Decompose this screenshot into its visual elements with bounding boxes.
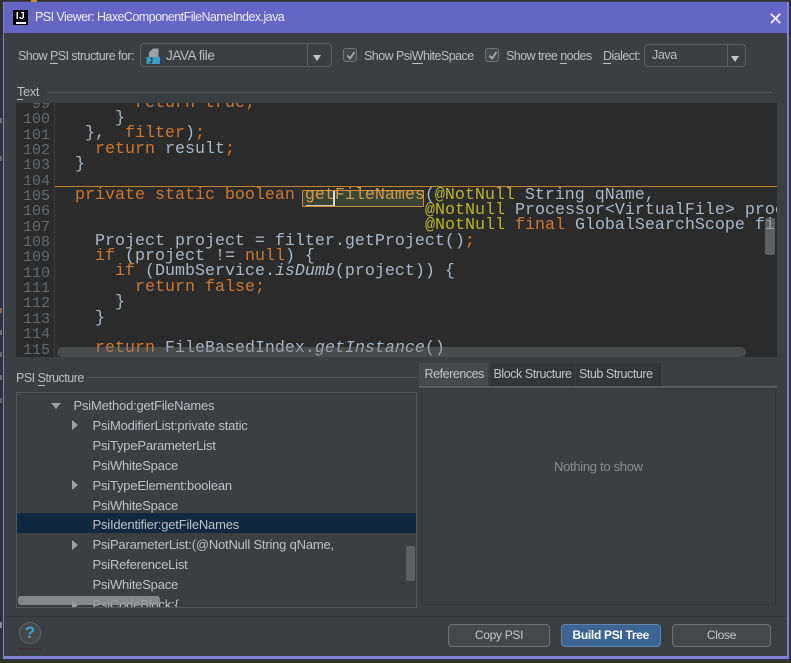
svg-text:J: J	[149, 56, 153, 65]
